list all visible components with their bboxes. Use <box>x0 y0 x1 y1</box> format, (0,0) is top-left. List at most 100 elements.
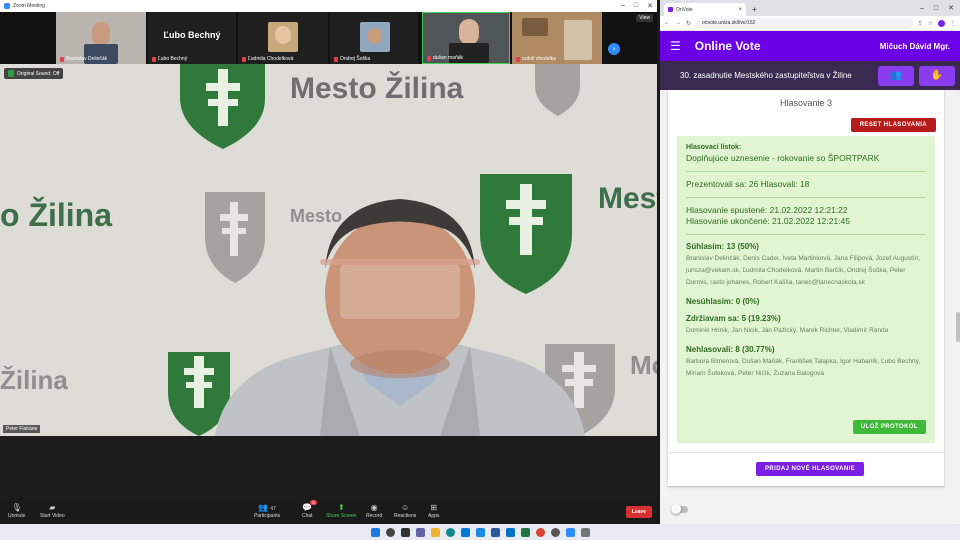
hand-icon: ✋ <box>930 70 944 81</box>
vote-card: Hlasovanie 3 RESET HLASOVANIA Hlasovací … <box>668 90 944 486</box>
apps-label: Apps <box>428 513 440 519</box>
gallery-next-arrow-icon[interactable]: › <box>608 43 620 55</box>
ballot-started: Hlasovanie spustené: 21.02.2022 12:21:22 <box>686 205 848 215</box>
file-explorer-icon[interactable] <box>430 527 440 537</box>
ballot-label: Hlasovací lístok: <box>686 144 742 151</box>
participant-tile[interactable]: Ondrej Šoška <box>330 12 418 64</box>
chrome-icon[interactable] <box>535 527 545 537</box>
participants-list-button[interactable]: 👥 <box>878 65 914 86</box>
browser-window: OnVote × + – □ ✕ ← → ↻ onvote.uniza.sk/l… <box>660 0 960 524</box>
apps-button[interactable]: ⊞ Apps <box>428 502 439 519</box>
ballot-subject: Doplňujúce uznesenie - rokovanie so ŠPOR… <box>686 153 880 163</box>
maximize-icon[interactable]: □ <box>934 5 938 12</box>
divider <box>686 234 926 235</box>
main-video: Mesto Žilina o Žilina Mesto Mesto Žilina… <box>0 64 657 436</box>
participant-name: dušan maňák <box>433 55 464 61</box>
task-view-icon[interactable] <box>400 527 410 537</box>
reactions-button[interactable]: ☺ Reactions <box>394 502 416 519</box>
record-button[interactable]: ◉ Record <box>366 502 382 519</box>
divider <box>686 171 926 172</box>
svg-text:o Žilina: o Žilina <box>0 197 112 233</box>
participant-name: Ondrej Šoška <box>340 56 371 62</box>
reactions-icon: ☺ <box>401 503 410 512</box>
tab-close-icon[interactable]: × <box>738 7 742 13</box>
app-title: Online Vote <box>694 39 761 53</box>
apps-icon: ⊞ <box>430 503 438 512</box>
ballot-presence: Prezentovali sa: 26 Hlasovali: 18 <box>686 179 810 189</box>
start-video-button[interactable]: ▰ Start Video <box>40 502 65 519</box>
participant-tile-active[interactable]: dušan maňák <box>422 12 510 64</box>
svg-text:Žilina: Žilina <box>0 365 68 395</box>
current-user[interactable]: Mičuch Dávid Mgr. <box>880 42 950 51</box>
share-icon[interactable]: ⇪ <box>918 20 923 27</box>
minimize-icon[interactable]: – <box>920 5 924 12</box>
muted-mic-icon <box>427 55 431 61</box>
menu-dots-icon[interactable]: ⋮ <box>950 20 956 27</box>
address-bar-row: ← → ↻ onvote.uniza.sk/live/162 ⇪ ☆ ⋮ <box>660 16 960 31</box>
participant-tile[interactable]: Ľudmila Chodelková <box>238 12 328 64</box>
close-icon[interactable]: ✕ <box>948 4 954 12</box>
leave-button[interactable]: Leave <box>625 506 652 518</box>
abstain-names: Dominik Hrinik, Jan Nicik, Ján Pažický, … <box>686 327 889 334</box>
participant-name: Ľudmila Chodelková <box>248 56 294 62</box>
zoom-window: Zoom Meeting – □ ✕ Branislav Delinčák Ľu… <box>0 0 657 524</box>
page-scrollbar[interactable] <box>956 90 960 524</box>
zoom-icon[interactable] <box>565 527 575 537</box>
unmute-button[interactable]: 🎙 Unmute <box>8 502 26 519</box>
participants-button[interactable]: 👥 47 Participants <box>254 502 280 519</box>
profile-avatar[interactable] <box>938 19 945 27</box>
abstain-heading: Zdržiavam sa: 5 (19.23%) <box>686 314 781 323</box>
minimize-icon[interactable]: – <box>621 2 625 10</box>
muted-mic-icon <box>242 56 246 62</box>
url-field[interactable]: onvote.uniza.sk/live/162 <box>696 17 913 29</box>
browser-tab[interactable]: OnVote × <box>664 3 746 16</box>
outlook-icon[interactable] <box>505 527 515 537</box>
participant-tile[interactable]: Branislav Delinčák <box>56 12 146 64</box>
share-screen-button[interactable]: ⬆ Share Screen <box>326 502 357 519</box>
hamburger-menu-icon[interactable]: ☰ <box>670 39 681 53</box>
close-icon[interactable]: ✕ <box>647 2 653 10</box>
no-heading: Nesúhlasím: 0 (0%) <box>686 297 760 306</box>
settings-icon[interactable] <box>580 527 590 537</box>
record-icon: ◉ <box>370 503 378 512</box>
new-tab-icon[interactable]: + <box>746 3 763 16</box>
toggle-switch[interactable] <box>671 504 688 514</box>
participant-tile[interactable]: rudolf chodelka <box>512 12 602 64</box>
speaker-video-frame: Mesto Žilina o Žilina Mesto Mesto Žilina… <box>0 64 657 436</box>
excel-icon[interactable] <box>520 527 530 537</box>
scrollbar-thumb[interactable] <box>956 312 960 342</box>
reset-vote-button[interactable]: RESET HLASOVANIA <box>850 118 936 132</box>
edge-icon[interactable] <box>445 527 455 537</box>
participant-display-name: Ľubo Bechný <box>163 30 221 40</box>
add-new-vote-button[interactable]: PRIDAJ NOVÉ HLASOVANIE <box>756 462 865 476</box>
teams-icon[interactable] <box>415 527 425 537</box>
store-icon[interactable] <box>460 527 470 537</box>
maximize-icon[interactable]: □ <box>634 2 638 10</box>
zoom-titlebar: Zoom Meeting – □ ✕ <box>0 0 657 12</box>
back-icon[interactable]: ← <box>664 20 670 26</box>
save-protocol-button[interactable]: ULOŽ PROTOKOL <box>852 420 926 434</box>
participants-count: 47 <box>270 506 276 512</box>
windows-start-icon[interactable] <box>370 527 380 537</box>
word-icon[interactable] <box>490 527 500 537</box>
original-sound-toggle[interactable]: Original Sound: Off <box>4 68 64 79</box>
session-bar: 30. zasadnutie Mestského zastupiteľstva … <box>660 61 960 90</box>
participant-tile[interactable]: Ľubo Bechný Ľubo Bechný <box>148 12 236 64</box>
reactions-label: Reactions <box>394 513 417 519</box>
app-icon[interactable] <box>550 527 560 537</box>
view-button[interactable]: View <box>636 14 653 22</box>
svg-text:Mo: Mo <box>630 350 657 380</box>
search-icon[interactable] <box>385 527 395 537</box>
messenger-icon[interactable] <box>475 527 485 537</box>
start-video-label: Start Video <box>40 513 65 519</box>
muted-mic-icon <box>152 56 156 62</box>
people-icon: 👥 <box>889 70 903 81</box>
reload-icon[interactable]: ↻ <box>686 20 691 27</box>
forward-icon[interactable]: → <box>675 20 681 26</box>
session-title: 30. zasadnutie Mestského zastupiteľstva … <box>680 71 852 80</box>
bookmark-star-icon[interactable]: ☆ <box>928 20 933 27</box>
notvoted-names: Barbora Bimerová, Dušan Maňák, František… <box>686 358 921 377</box>
chat-button[interactable]: 💬 5 Chat <box>302 500 317 519</box>
windows-taskbar <box>0 524 960 540</box>
raise-hand-button[interactable]: ✋ <box>919 65 955 86</box>
